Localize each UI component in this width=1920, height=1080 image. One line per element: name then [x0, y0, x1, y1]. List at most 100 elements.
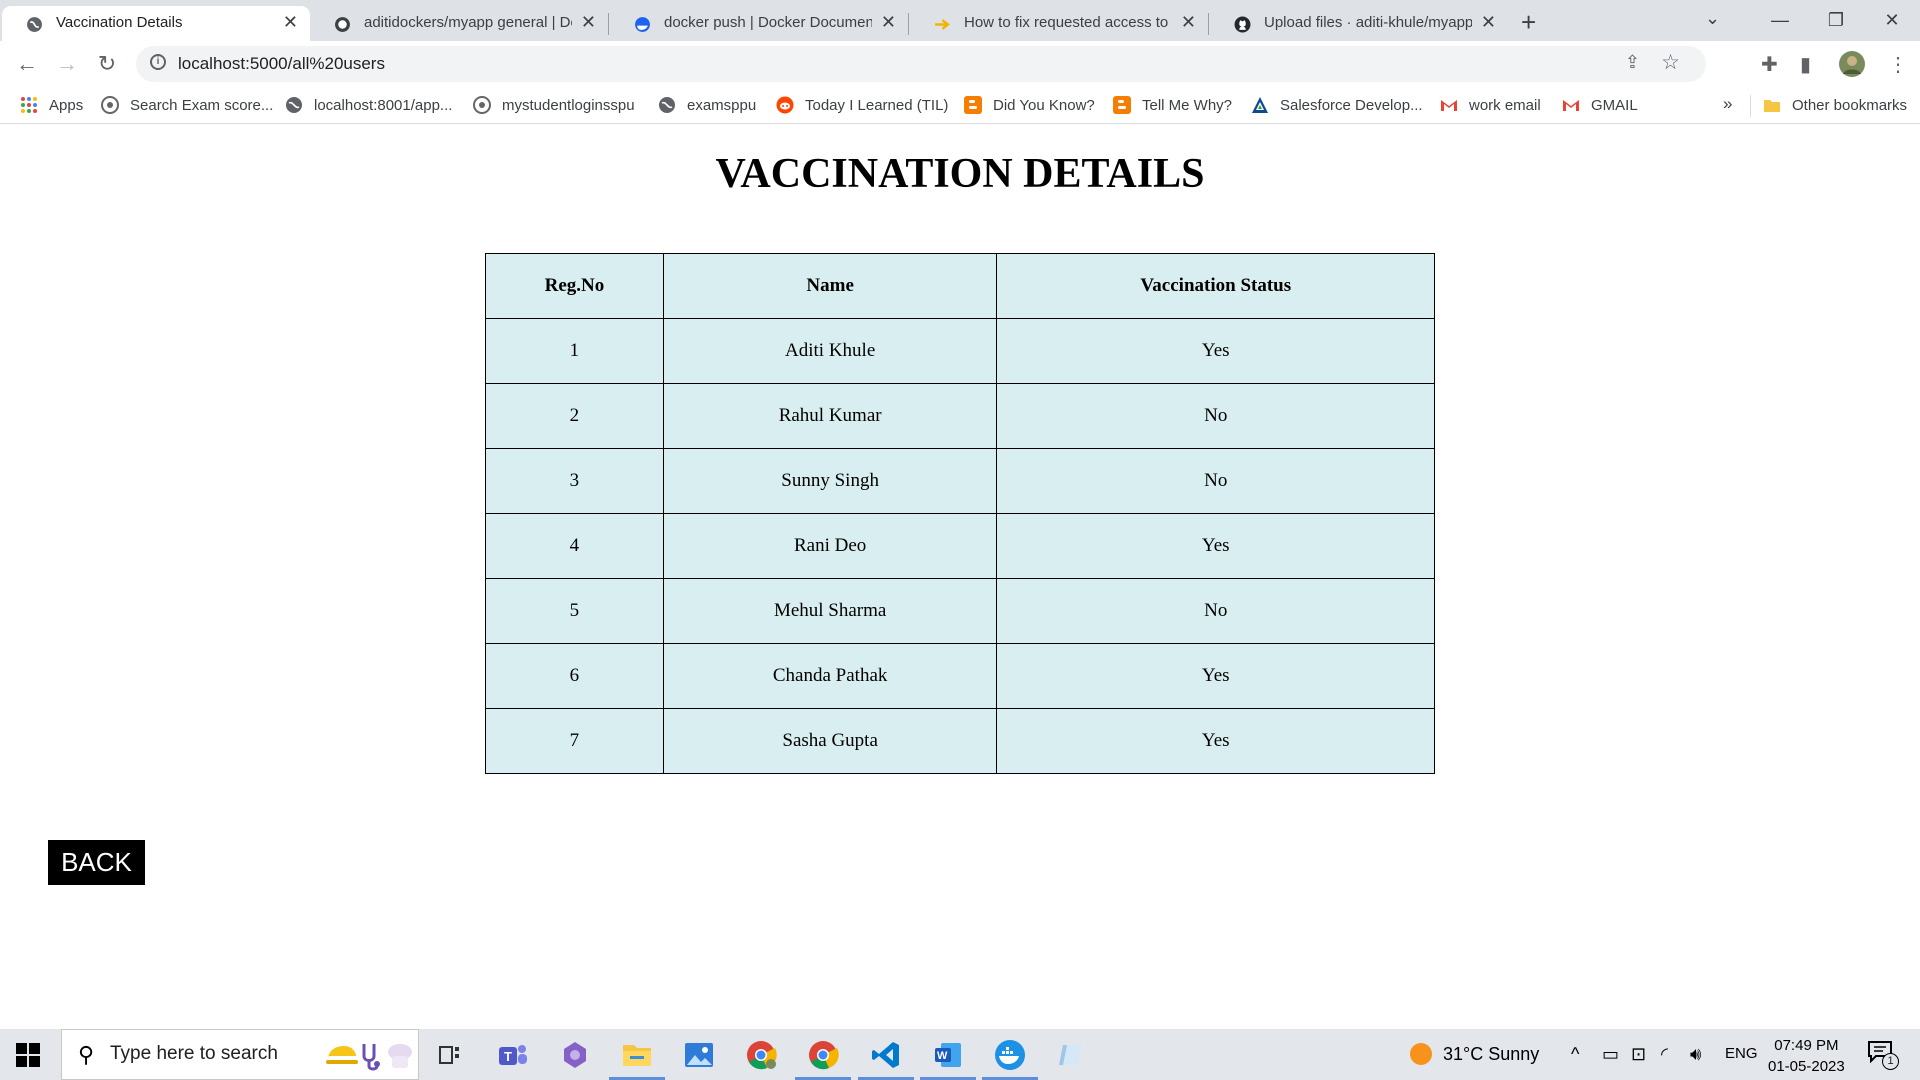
gmail-icon	[1441, 100, 1457, 111]
taskbar-search-box[interactable]: ⚲ Type here to search	[61, 1029, 419, 1080]
clock-date: 01-05-2023	[1768, 1058, 1845, 1075]
reg-no-cell: 1	[485, 318, 664, 384]
wifi-icon[interactable]: ◜	[1661, 1044, 1668, 1065]
window-close-icon[interactable]: ✕	[1864, 0, 1920, 41]
address-bar[interactable]: i localhost:5000/all%20users ⇪ ☆	[136, 46, 1706, 82]
site-info-icon[interactable]: i	[150, 54, 166, 70]
chrome-icon[interactable]	[795, 1035, 851, 1080]
name-cell: Rahul Kumar	[662, 383, 998, 449]
docker-icon	[335, 17, 350, 32]
bookmark-gmail[interactable]: GMAIL	[1562, 96, 1638, 114]
windows-start-icon[interactable]	[16, 1043, 40, 1067]
tab-divider	[908, 13, 909, 35]
vscode-icon[interactable]	[858, 1035, 914, 1080]
name-cell: Chanda Pathak	[662, 643, 998, 709]
vaccination-table: Reg.No Name Vaccination Status 1 Aditi K…	[485, 253, 1435, 774]
reddit-icon	[776, 96, 794, 114]
copilot-icon[interactable]	[555, 1035, 595, 1075]
bookmark-label: Search Exam score...	[130, 96, 274, 114]
tab-vaccination-details[interactable]: Vaccination Details ✕	[2, 6, 310, 41]
svg-text:T: T	[504, 1049, 512, 1064]
notification-count-badge: 1	[1882, 1053, 1899, 1070]
close-icon[interactable]: ✕	[1181, 12, 1196, 33]
bookmark-salesforce-develop[interactable]: Salesforce Develop...	[1251, 96, 1423, 114]
bookmark-localhost-8001[interactable]: localhost:8001/app...	[285, 96, 452, 114]
reload-icon[interactable]: ↻	[92, 49, 122, 79]
bookmark-apps[interactable]: Apps	[20, 96, 83, 114]
close-icon[interactable]: ✕	[283, 12, 298, 33]
bookmark-label: Tell Me Why?	[1142, 96, 1233, 114]
profile-avatar[interactable]	[1838, 50, 1866, 78]
tab-docker-push[interactable]: docker push | Docker Documenta ✕	[610, 6, 908, 41]
bookmark-search-exam-score[interactable]: Search Exam score...	[101, 96, 273, 114]
chrome-profile-icon[interactable]	[741, 1035, 781, 1075]
new-tab-plus-icon[interactable]: +	[1521, 7, 1536, 38]
reg-no-cell: 5	[485, 578, 664, 644]
tab-fix-requested-access[interactable]: How to fix requested access to th ✕	[910, 6, 1208, 41]
bookmark-other-bookmarks[interactable]: Other bookmarks	[1763, 96, 1907, 114]
url-text[interactable]: localhost:5000/all%20users	[178, 54, 385, 74]
bookmarks-bar: Apps Search Exam score... localhost:8001…	[0, 88, 1920, 124]
close-icon[interactable]: ✕	[581, 12, 596, 33]
name-cell: Sasha Gupta	[662, 708, 998, 774]
teams-icon[interactable]: T	[493, 1035, 533, 1075]
reg-no-cell: 2	[485, 383, 664, 449]
bookmarks-overflow-chevron[interactable]: »	[1723, 94, 1732, 114]
bookmark-mystudentloginsspu[interactable]: mystudentloginsspu	[473, 96, 635, 114]
search-highlight-doodle-icon	[326, 1044, 412, 1071]
tab-docker-hub[interactable]: aditidockers/myapp general | Do ✕	[310, 6, 608, 41]
bookmark-label: mystudentloginsspu	[502, 96, 635, 114]
table-header-row: Reg.No Name Vaccination Status	[485, 253, 1435, 319]
back-button[interactable]: BACK	[48, 840, 145, 885]
language-indicator[interactable]: ENG	[1725, 1045, 1758, 1062]
sun-icon	[1410, 1043, 1432, 1065]
github-icon	[1234, 16, 1251, 33]
task-view-icon[interactable]	[430, 1035, 470, 1075]
show-hidden-icons-chevron[interactable]: ^	[1571, 1044, 1579, 1065]
globe-icon	[27, 17, 42, 32]
minimize-icon[interactable]: —	[1752, 0, 1808, 41]
globe-icon	[286, 97, 302, 113]
docker-docs-icon	[635, 17, 650, 32]
side-panel-icon[interactable]: ▮	[1800, 52, 1811, 77]
more-menu-icon[interactable]: ⋮	[1888, 52, 1908, 77]
word-icon[interactable]: W	[920, 1035, 976, 1080]
browser-toolbar: ← → ↻ i localhost:5000/all%20users ⇪ ☆ ✚…	[0, 41, 1920, 88]
restore-icon[interactable]: ❐	[1808, 0, 1864, 41]
notes-app-icon[interactable]	[1052, 1035, 1092, 1075]
close-icon[interactable]: ✕	[881, 12, 896, 33]
table-row: 2 Rahul Kumar No	[485, 383, 1435, 449]
photos-icon[interactable]	[679, 1035, 719, 1075]
status-cell: Yes	[996, 708, 1435, 774]
bookmark-today-i-learned[interactable]: Today I Learned (TIL)	[776, 96, 948, 114]
tab-title: docker push | Docker Documenta	[664, 14, 872, 31]
bookmark-examsppu[interactable]: examsppu	[658, 96, 756, 114]
battery-icon[interactable]: ▭	[1602, 1044, 1619, 1065]
meet-now-icon[interactable]: ⊡	[1631, 1044, 1646, 1065]
bookmark-star-icon[interactable]: ☆	[1661, 50, 1680, 75]
blogger-icon	[1113, 96, 1131, 114]
status-cell: Yes	[996, 643, 1435, 709]
back-arrow-icon[interactable]: ←	[12, 49, 42, 79]
docker-desktop-icon[interactable]	[982, 1035, 1038, 1080]
share-icon[interactable]: ⇪	[1625, 52, 1640, 73]
university-icon	[101, 96, 119, 114]
extensions-puzzle-icon[interactable]: ✚	[1761, 52, 1778, 77]
globe-icon	[659, 97, 675, 113]
volume-icon[interactable]: 🔊︎	[1690, 1044, 1701, 1065]
forward-arrow-icon[interactable]: →	[52, 49, 82, 79]
bookmark-did-you-know[interactable]: Did You Know?	[964, 96, 1095, 114]
close-icon[interactable]: ✕	[1481, 12, 1496, 33]
bookmark-work-email[interactable]: work email	[1440, 96, 1541, 114]
weather-widget[interactable]: 31°C Sunny	[1408, 1041, 1539, 1067]
bookmark-tell-me-why[interactable]: Tell Me Why?	[1113, 96, 1232, 114]
notification-center[interactable]: 1	[1868, 1041, 1899, 1070]
column-header-name: Name	[662, 253, 998, 319]
status-cell: No	[996, 448, 1435, 514]
file-explorer-icon[interactable]	[609, 1035, 665, 1080]
tab-search-chevron-icon[interactable]: ⌄	[1705, 8, 1720, 29]
tab-strip: Vaccination Details ✕ aditidockers/myapp…	[0, 0, 1920, 41]
system-clock[interactable]: 07:49 PM 01-05-2023	[1768, 1035, 1845, 1077]
table-row: 6 Chanda Pathak Yes	[485, 643, 1435, 709]
tab-github-upload[interactable]: Upload files · aditi-khule/myapp ✕	[1210, 6, 1508, 41]
